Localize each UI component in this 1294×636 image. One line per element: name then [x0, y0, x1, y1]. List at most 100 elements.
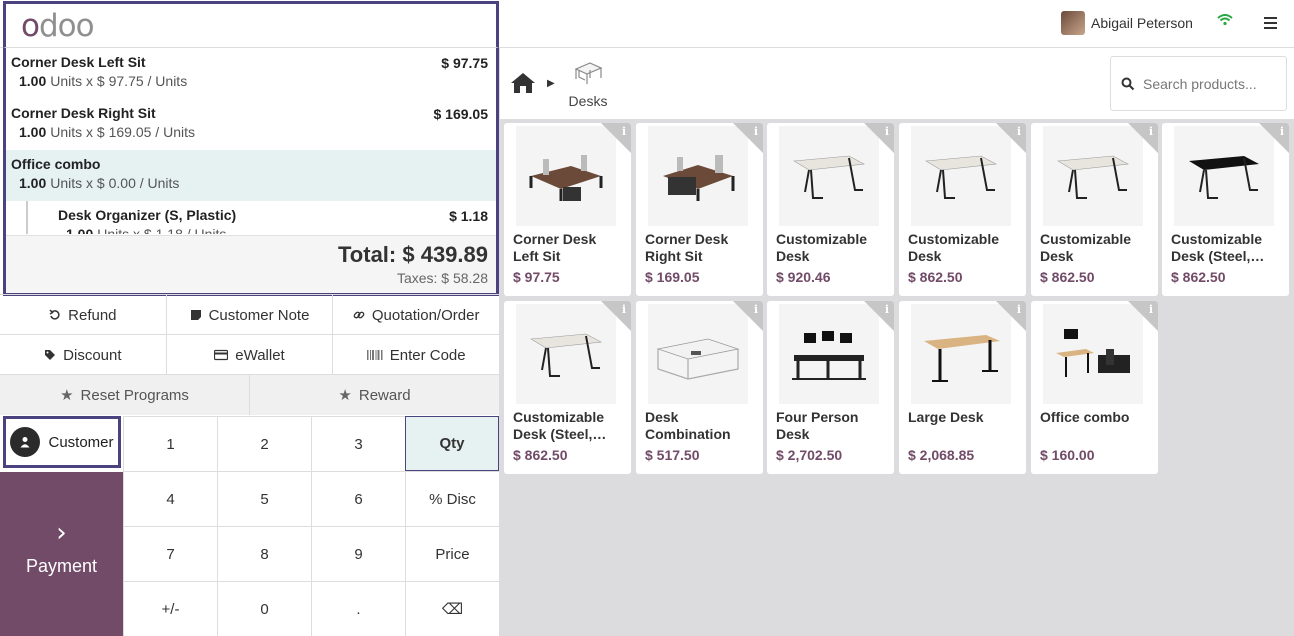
user-name: Abigail Peterson — [1091, 15, 1193, 31]
info-icon[interactable]: i — [1017, 125, 1021, 138]
product-price: $ 97.75 — [513, 269, 560, 285]
chevron-right-icon: › — [56, 518, 67, 548]
info-icon[interactable]: i — [1280, 125, 1284, 138]
info-icon[interactable]: i — [885, 125, 889, 138]
numpad-key-2[interactable]: 2 — [217, 416, 311, 471]
info-icon[interactable]: i — [622, 125, 626, 138]
discount-button[interactable]: Discount — [0, 335, 167, 375]
product-name: Customizable Desk (Steel,… — [513, 409, 607, 442]
order-lines[interactable]: Corner Desk Left Sit $ 97.75 1.00 Units x… — [6, 48, 496, 234]
numpad-key-discount[interactable]: % Disc — [405, 471, 499, 526]
enter-code-button[interactable]: Enter Code — [333, 335, 499, 375]
search-icon — [1121, 77, 1135, 90]
info-corner[interactable] — [996, 301, 1026, 331]
numpad-key-plus-minus[interactable]: +/- — [123, 581, 217, 636]
logo-area[interactable]: odoo — [3, 1, 499, 47]
numpad-key-0[interactable]: 0 — [217, 581, 311, 636]
product-toolbar: ▶ Desks — [499, 48, 1294, 120]
order-line-name: Office combo — [11, 156, 101, 172]
link-icon — [353, 311, 365, 319]
product-price: $ 160.00 — [1040, 447, 1095, 463]
info-corner[interactable] — [996, 123, 1026, 153]
info-corner[interactable] — [733, 123, 763, 153]
product-card[interactable]: i Corner Desk Left Sit $ 97.75 — [504, 123, 631, 296]
product-price: $ 2,702.50 — [776, 447, 843, 463]
numpad-key-4[interactable]: 4 — [123, 471, 217, 526]
info-icon[interactable]: i — [622, 303, 626, 316]
order-line[interactable]: Corner Desk Right Sit $ 169.05 1.00 Units… — [6, 99, 496, 150]
order-panel: Corner Desk Left Sit $ 97.75 1.00 Units x… — [3, 47, 499, 296]
payment-button[interactable]: › Payment — [0, 472, 123, 636]
credit-card-icon — [214, 349, 229, 361]
info-corner[interactable] — [733, 301, 763, 331]
numpad-key-backspace[interactable]: ⌫ — [405, 581, 499, 636]
info-icon[interactable]: i — [885, 303, 889, 316]
info-icon[interactable]: i — [754, 303, 758, 316]
info-corner[interactable] — [1128, 301, 1158, 331]
product-card[interactable]: i Four Person Desk $ 2,702.50 — [767, 301, 894, 474]
order-line-price: $ 97.75 — [441, 55, 488, 71]
product-name: Customizable Desk (Steel,… — [1171, 231, 1265, 264]
info-icon[interactable]: i — [754, 125, 758, 138]
info-icon[interactable]: i — [1149, 303, 1153, 316]
product-card[interactable]: i Customizable Desk (Steel,… $ 862.50 — [1162, 123, 1289, 296]
search-input[interactable] — [1143, 75, 1273, 92]
customer-note-button[interactable]: Customer Note — [167, 295, 334, 335]
star-icon: ★ — [338, 386, 352, 404]
order-line-selected[interactable]: Office combo 1.00 Units x $ 0.00 / Units — [6, 150, 496, 201]
order-line-combo-item[interactable]: Desk Organizer (S, Plastic) $ 1.18 1.00 U… — [26, 201, 496, 234]
numpad-key-price[interactable]: Price — [405, 526, 499, 581]
control-row-1: Refund Customer Note Quotation/Order — [0, 294, 499, 335]
numpad-key-qty[interactable]: Qty — [405, 416, 499, 471]
product-card[interactable]: i Customizable Desk (Custom,… $ 862.50 — [899, 123, 1026, 296]
info-icon[interactable]: i — [1149, 125, 1153, 138]
product-card[interactable]: i Customizable Desk (Aluminiu… $ 920.46 — [767, 123, 894, 296]
payment-label: Payment — [25, 556, 98, 576]
product-card[interactable]: i Customizable Desk (Steel,… $ 862.50 — [504, 301, 631, 474]
order-totals: Total: $ 439.89 Taxes: $ 58.28 — [6, 235, 496, 293]
menu-icon[interactable] — [1264, 17, 1277, 32]
info-corner[interactable] — [1128, 123, 1158, 153]
ewallet-button[interactable]: eWallet — [167, 335, 334, 375]
home-icon[interactable] — [510, 72, 536, 97]
product-card[interactable]: i Customizable Desk (Custom,… $ 862.50 — [1031, 123, 1158, 296]
info-corner[interactable] — [1259, 123, 1289, 153]
product-card[interactable]: i Corner Desk Right Sit $ 169.05 — [636, 123, 763, 296]
refund-button[interactable]: Refund — [0, 295, 167, 335]
breadcrumb-category-desks[interactable]: Desks — [566, 60, 610, 109]
numpad-key-7[interactable]: 7 — [123, 526, 217, 581]
numpad-key-3[interactable]: 3 — [311, 416, 405, 471]
product-price: $ 862.50 — [908, 269, 963, 285]
product-price: $ 862.50 — [513, 447, 568, 463]
wifi-icon[interactable] — [1217, 13, 1233, 29]
numpad-key-8[interactable]: 8 — [217, 526, 311, 581]
info-corner[interactable] — [601, 123, 631, 153]
numpad-key-6[interactable]: 6 — [311, 471, 405, 526]
numpad-key-1[interactable]: 1 — [123, 416, 217, 471]
info-corner[interactable] — [864, 123, 894, 153]
customer-button[interactable]: Customer — [3, 416, 121, 468]
order-line-price: $ 1.18 — [449, 208, 488, 224]
info-icon[interactable]: i — [1017, 303, 1021, 316]
numpad-key-5[interactable]: 5 — [217, 471, 311, 526]
info-corner[interactable] — [601, 301, 631, 331]
order-line-qty: 1.00 Units x $ 0.00 / Units — [19, 175, 180, 191]
product-card[interactable]: i Office combo $ 160.00 — [1031, 301, 1158, 474]
product-name: Customizable Desk (Aluminiu… — [776, 231, 868, 264]
numpad-key-9[interactable]: 9 — [311, 526, 405, 581]
product-name: Customizable Desk (Custom,… — [1040, 231, 1132, 264]
order-line-name: Corner Desk Left Sit — [11, 54, 146, 70]
reset-programs-button[interactable]: ★ Reset Programs — [0, 375, 250, 415]
quotation-order-button[interactable]: Quotation/Order — [333, 295, 499, 335]
order-line[interactable]: Corner Desk Left Sit $ 97.75 1.00 Units x… — [6, 48, 496, 99]
reward-button[interactable]: ★ Reward — [250, 375, 499, 415]
info-corner[interactable] — [864, 301, 894, 331]
numpad-key-dot[interactable]: . — [311, 581, 405, 636]
product-price: $ 920.46 — [776, 269, 831, 285]
star-icon: ★ — [60, 386, 74, 404]
search-box[interactable] — [1110, 56, 1287, 111]
product-card[interactable]: i Desk Combination $ 517.50 — [636, 301, 763, 474]
user-menu[interactable]: Abigail Peterson — [1061, 11, 1193, 35]
product-card[interactable]: i Large Desk $ 2,068.85 — [899, 301, 1026, 474]
desk-category-icon — [574, 62, 603, 84]
